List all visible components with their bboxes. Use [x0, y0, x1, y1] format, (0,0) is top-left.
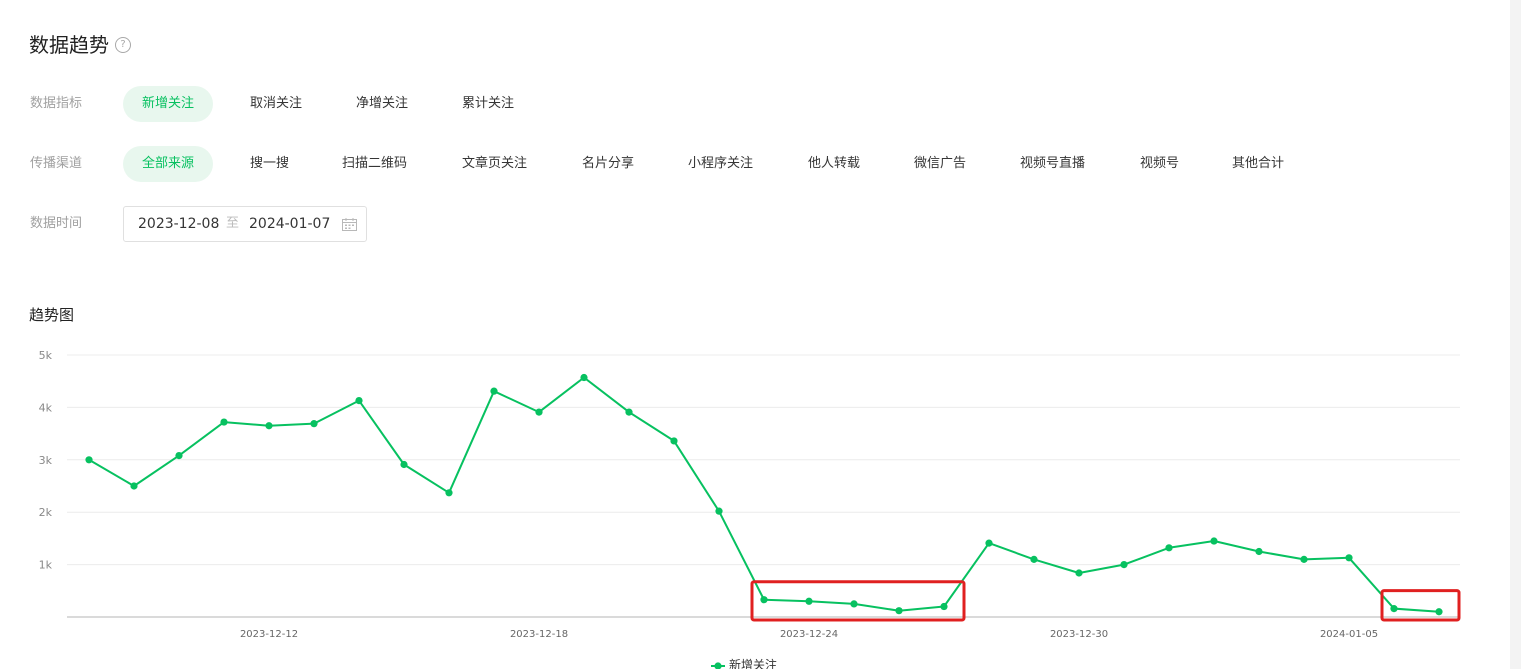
legend-marker-icon	[714, 662, 722, 669]
y-tick-label: 2k	[39, 506, 53, 519]
chart-series	[85, 373, 1443, 616]
chart-grid	[67, 354, 1460, 566]
chart-highlights	[750, 580, 1461, 622]
data-point	[1345, 554, 1353, 562]
y-tick-label: 4k	[39, 401, 53, 414]
data-point	[985, 539, 993, 547]
y-tick-label: 5k	[39, 349, 53, 362]
data-point	[580, 373, 588, 382]
data-point	[445, 489, 453, 497]
data-point	[85, 456, 93, 464]
data-point	[760, 596, 768, 604]
data-point	[895, 607, 903, 615]
x-tick-label: 2023-12-18	[510, 629, 568, 640]
data-point	[625, 408, 633, 416]
data-point	[355, 396, 363, 405]
series-line	[88, 376, 1440, 613]
y-tick-label: 3k	[39, 454, 53, 467]
data-point	[1300, 555, 1308, 563]
data-point	[535, 408, 543, 416]
data-point	[1390, 605, 1398, 613]
data-point	[130, 482, 138, 490]
data-point	[805, 597, 813, 605]
data-point	[1165, 544, 1173, 552]
chart-legend[interactable]: 新增关注	[711, 657, 777, 669]
chart-axes: 1k 2k 3k 4k 5k 2023-12-12 2023-12-18 2023-12-24…	[39, 349, 1460, 640]
data-point	[1435, 608, 1443, 616]
data-point	[715, 507, 723, 515]
data-point	[1030, 555, 1038, 563]
data-point	[1210, 537, 1218, 545]
x-tick-label: 2024-01-05	[1320, 629, 1378, 640]
data-point	[265, 422, 273, 430]
data-point	[850, 600, 858, 608]
data-point	[670, 437, 678, 445]
legend-label: 新增关注	[729, 657, 777, 669]
trend-chart: 1k 2k 3k 4k 5k 2023-12-12 2023-12-18 2023-12-24…	[39, 349, 1461, 669]
x-tick-label: 2023-12-30	[1050, 629, 1108, 640]
x-tick-label: 2023-12-12	[240, 629, 298, 640]
x-tick-label: 2023-12-24	[780, 629, 838, 640]
data-point	[940, 602, 948, 611]
data-point	[1075, 569, 1083, 577]
data-point	[175, 452, 183, 460]
data-point	[490, 387, 498, 395]
y-tick-label: 1k	[39, 559, 53, 572]
data-point	[220, 418, 228, 426]
data-point	[1255, 547, 1263, 556]
data-point	[400, 460, 408, 469]
data-point	[1120, 561, 1128, 569]
data-point	[310, 420, 318, 428]
